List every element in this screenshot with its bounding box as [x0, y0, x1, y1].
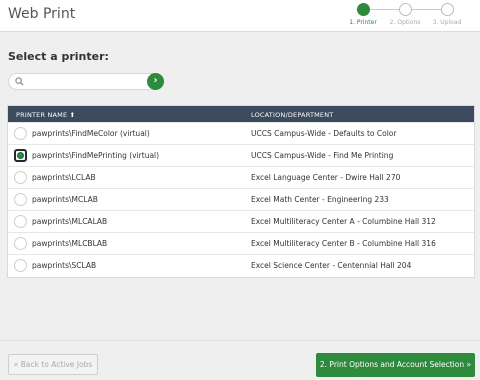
search-go-button[interactable]: › — [147, 73, 164, 90]
printer-location: Excel Math Center - Engineering 233 — [251, 195, 389, 204]
radio-button[interactable] — [14, 215, 27, 228]
printer-name: pawprints\MLCBLAB — [32, 239, 108, 248]
table-row[interactable]: pawprints\MLCALAB Excel Multiliteracy Ce… — [8, 210, 474, 232]
search-icon — [15, 77, 24, 86]
radio-button-selected[interactable] — [14, 149, 27, 162]
printer-location: Excel Multiliteracy Center B - Columbine… — [251, 239, 436, 248]
footer-bar: « Back to Active Jobs 2. Print Options a… — [0, 340, 480, 380]
step-dot-icon — [356, 3, 370, 16]
table-row[interactable]: pawprints\MLCBLAB Excel Multiliteracy Ce… — [8, 232, 474, 254]
printer-name: pawprints\MCLAB — [32, 195, 98, 204]
printer-name: pawprints\MLCALAB — [32, 217, 108, 226]
printer-name: pawprints\FindMeColor (virtual) — [32, 129, 150, 138]
column-header-location[interactable]: LOCATION/DEPARTMENT — [251, 111, 333, 119]
printer-location: Excel Science Center - Centennial Hall 2… — [251, 261, 412, 270]
step-label: 1. Printer — [349, 19, 377, 26]
printer-name: pawprints\LCLAB — [32, 173, 96, 182]
radio-button[interactable] — [14, 127, 27, 140]
page-heading: Select a printer: — [8, 50, 109, 63]
printer-location: Excel Language Center - Dwire Hall 270 — [251, 173, 401, 182]
step-upload: 3. Upload — [424, 2, 470, 26]
printer-name: pawprints\FindMePrinting (virtual) — [32, 151, 160, 160]
step-dot-icon — [440, 3, 454, 16]
radio-button[interactable] — [14, 237, 27, 250]
radio-button[interactable] — [14, 193, 27, 206]
radio-button[interactable] — [14, 171, 27, 184]
column-header-printer-name[interactable]: PRINTER NAME ⬆ — [16, 111, 75, 119]
step-options: 2. Options — [382, 2, 428, 26]
step-label: 2. Options — [389, 19, 421, 26]
table-row[interactable]: pawprints\FindMeColor (virtual) UCCS Cam… — [8, 122, 474, 144]
table-header: PRINTER NAME ⬆ LOCATION/DEPARTMENT — [8, 106, 474, 122]
search-box: › — [8, 73, 164, 90]
printer-location: Excel Multiliteracy Center A - Columbine… — [251, 217, 436, 226]
printer-name: pawprints\SCLAB — [32, 261, 97, 270]
print-options-button[interactable]: 2. Print Options and Account Selection » — [316, 353, 475, 377]
wizard-steps: 1. Printer 2. Options 3. Upload — [340, 2, 470, 30]
table-row-selected[interactable]: pawprints\FindMePrinting (virtual) UCCS … — [8, 144, 474, 166]
table-row[interactable]: pawprints\SCLAB Excel Science Center - C… — [8, 254, 474, 276]
top-bar: Web Print 1. Printer 2. Options 3. Uploa… — [0, 0, 480, 32]
step-printer: 1. Printer — [340, 2, 386, 26]
step-dot-icon — [398, 3, 412, 16]
table-row[interactable]: pawprints\LCLAB Excel Language Center - … — [8, 166, 474, 188]
radio-button[interactable] — [14, 259, 27, 272]
table-row[interactable]: pawprints\MCLAB Excel Math Center - Engi… — [8, 188, 474, 210]
step-label: 3. Upload — [432, 19, 462, 26]
search-input[interactable] — [29, 75, 145, 88]
app-title: Web Print — [8, 6, 76, 22]
back-to-active-jobs-button[interactable]: « Back to Active Jobs — [8, 354, 98, 375]
printer-location: UCCS Campus-Wide - Find Me Printing — [251, 151, 394, 160]
printer-location: UCCS Campus-Wide - Defaults to Color — [251, 129, 397, 138]
printer-table: PRINTER NAME ⬆ LOCATION/DEPARTMENT pawpr… — [7, 105, 475, 278]
